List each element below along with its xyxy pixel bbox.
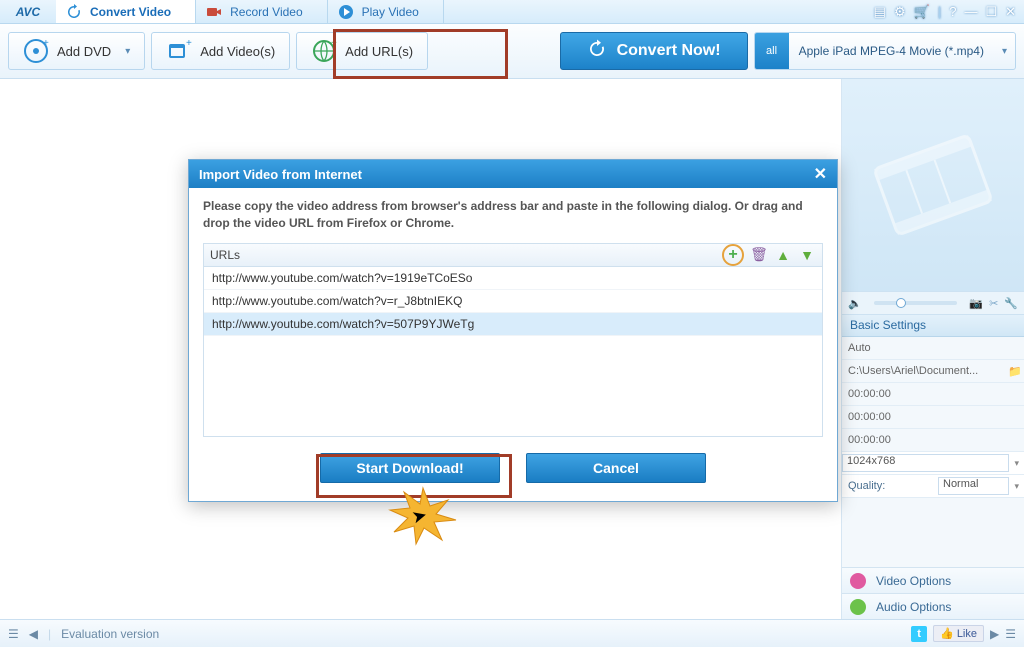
status-bar: ☰ ◀ | Evaluation version t 👍Like ▶ ☰ [0,619,1024,647]
prev-icon[interactable]: ◀ [29,627,38,641]
svg-text:+: + [186,38,192,49]
add-urls-button[interactable]: + Add URL(s) [296,32,428,70]
media-controls: 🔈 📷 ✂ 🔧 [842,291,1024,315]
play-icon [338,4,354,20]
help-icon[interactable]: ? [949,4,956,19]
button-label: Convert Now! [617,42,721,60]
output-profile-selector[interactable]: all Apple iPad MPEG-4 Movie (*.mp4) ▾ [754,32,1016,70]
facebook-like-button[interactable]: 👍Like [933,625,984,642]
filmreel-placeholder-icon [863,125,1003,245]
maximize-icon[interactable]: ☐ [985,4,997,20]
svg-text:+: + [43,38,49,49]
chevron-down-icon: ▾ [125,46,130,57]
main-toolbar: + Add DVD ▾ + Add Video(s) + Add URL(s) … [0,24,1024,79]
start-download-button[interactable]: Start Download! [320,453,500,483]
record-icon [206,4,222,20]
folder-icon[interactable]: 📁 [1008,365,1024,378]
import-url-dialog: Import Video from Internet ✕ Please copy… [188,159,838,502]
convert-now-button[interactable]: Convert Now! [560,32,748,70]
volume-icon[interactable]: 🔈 [848,297,862,310]
minimize-icon[interactable]: — [964,4,977,19]
setting-time3: 00:00:00 [842,429,1024,452]
close-icon[interactable]: ✕ [1005,4,1016,20]
window-controls: ▤ ⚙ 🛒 | ? — ☐ ✕ [866,0,1024,23]
cancel-button[interactable]: Cancel [526,453,706,483]
dialog-title: Import Video from Internet [199,167,362,182]
tab-label: Convert Video [90,5,171,19]
dialog-message: Please copy the video address from brows… [203,198,823,233]
move-up-icon[interactable]: ▲ [774,246,792,264]
setting-quality[interactable]: Quality: Normal▾ [842,475,1024,498]
button-label: Add Video(s) [200,44,275,59]
tab-convert-video[interactable]: Convert Video [56,0,196,23]
add-videos-button[interactable]: + Add Video(s) [151,32,290,70]
tab-label: Play Video [362,5,419,19]
setting-size[interactable]: 1024x768▾ [842,452,1024,475]
url-row[interactable]: http://www.youtube.com/watch?v=1919eTCoE… [204,267,822,290]
preview-pane [842,79,1024,291]
video-options-row[interactable]: Video Options [842,567,1024,593]
volume-slider[interactable] [874,301,958,305]
setting-output-path[interactable]: C:\Users\Ariel\Document...📁 [842,360,1024,383]
globe-icon: + [311,38,337,64]
audio-options-row[interactable]: Audio Options [842,593,1024,619]
dialog-titlebar: Import Video from Internet ✕ [189,160,837,188]
dialog-close-button[interactable]: ✕ [814,164,827,184]
refresh-icon [587,39,607,64]
urls-column-label: URLs [210,248,240,262]
cut-icon[interactable]: ✂ [989,297,998,310]
move-down-icon[interactable]: ▼ [798,246,816,264]
setting-time2: 00:00:00 [842,406,1024,429]
video-icon: + [166,38,192,64]
tab-record-video[interactable]: Record Video [196,0,328,23]
setting-auto[interactable]: Auto [842,337,1024,360]
chevron-down-icon: ▾ [1009,458,1024,469]
disc-icon: + [23,38,49,64]
delete-url-icon[interactable]: 🗑 [750,246,768,264]
list-view-icon[interactable]: ☰ [8,627,19,641]
tab-label: Record Video [230,5,303,19]
url-row[interactable]: http://www.youtube.com/watch?v=r_J8btnIE… [204,290,822,313]
button-label: Add DVD [57,44,111,59]
chevron-down-icon: ▾ [1009,481,1024,492]
chevron-down-icon: ▾ [994,46,1015,57]
url-list-header: URLs + 🗑 ▲ ▼ [203,243,823,267]
profile-label: Apple iPad MPEG-4 Movie (*.mp4) [789,44,994,58]
title-bar: AVC Convert Video Record Video Play Vide… [0,0,1024,24]
add-url-icon[interactable]: + [722,244,744,266]
audio-options-icon [850,599,866,615]
button-label: Add URL(s) [345,44,413,59]
url-list[interactable]: http://www.youtube.com/watch?v=1919eTCoE… [203,267,823,437]
side-panel: 🔈 📷 ✂ 🔧 Basic Settings Auto C:\Users\Ari… [842,79,1024,619]
gear-icon[interactable]: ⚙ [894,4,906,20]
basic-settings-header: Basic Settings [842,315,1024,337]
snapshot-icon[interactable]: 📷 [969,297,983,310]
svg-text:+: + [331,38,337,49]
cart-icon[interactable]: 🛒 [914,4,930,20]
url-row[interactable]: http://www.youtube.com/watch?v=507P9YJWe… [204,313,822,336]
app-logo: AVC [0,0,56,23]
next-icon[interactable]: ▶ [990,627,999,641]
refresh-icon [66,4,82,20]
twitter-icon[interactable]: t [911,626,927,642]
tab-play-video[interactable]: Play Video [328,0,444,23]
status-text: Evaluation version [61,627,159,641]
profile-icon: all [755,33,789,69]
video-options-icon [850,573,866,589]
add-dvd-button[interactable]: + Add DVD ▾ [8,32,145,70]
list-view-icon[interactable]: ☰ [1005,627,1016,641]
setting-time1: 00:00:00 [842,383,1024,406]
menu-icon[interactable]: ▤ [874,4,886,20]
tool-icon[interactable]: 🔧 [1004,297,1018,310]
